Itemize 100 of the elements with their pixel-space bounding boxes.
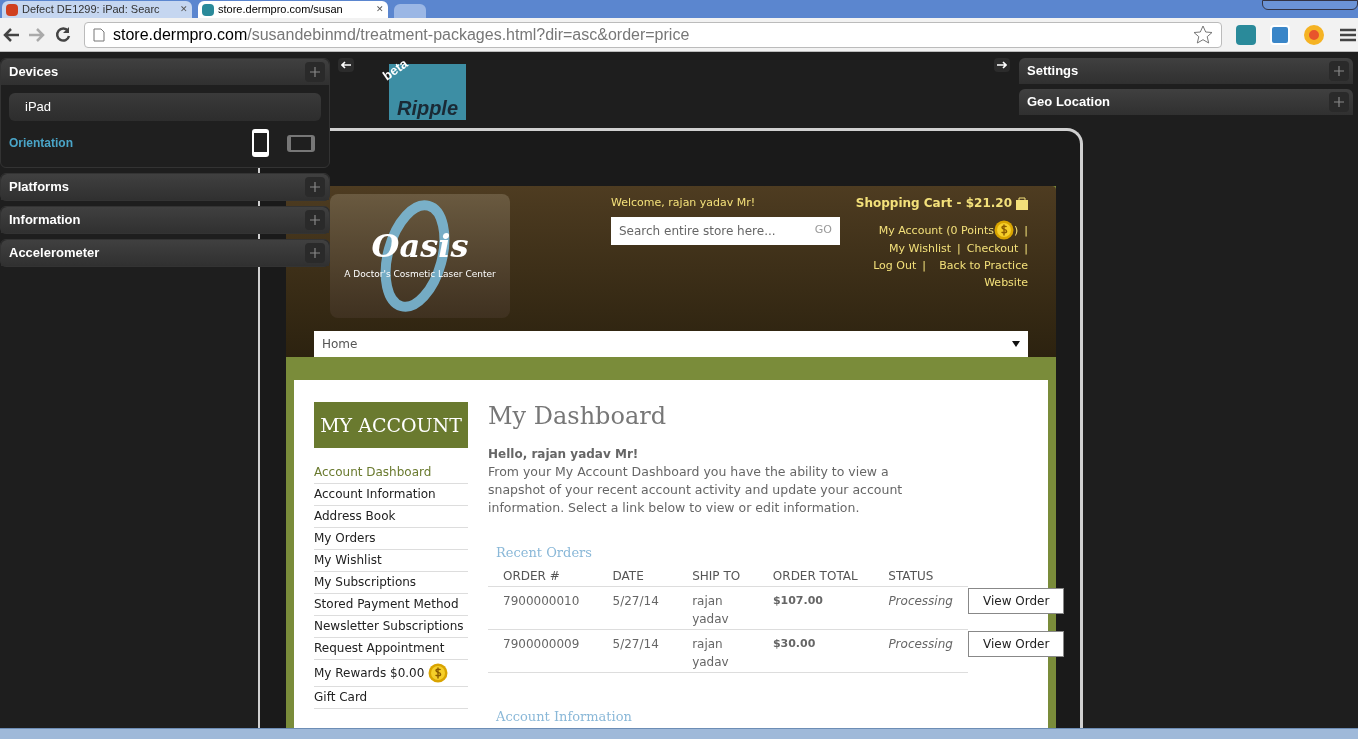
move-icon (310, 182, 320, 192)
column-header: STATUS (888, 568, 935, 585)
move-handle[interactable] (305, 62, 325, 82)
address-bar[interactable]: store.dermpro.com/susandebinmd/treatment-packages.html?dir=asc&order=price (84, 21, 1222, 48)
panel-header[interactable]: Settings (1019, 58, 1353, 84)
column-header: DATE (612, 568, 645, 585)
header-link[interactable]: Checkout (966, 240, 1019, 257)
welcome-text: Welcome, rajan yadav Mr! (611, 195, 757, 211)
table-cell-text: 5/27/14 (612, 592, 660, 610)
sidebar-link[interactable]: Request Appointment (314, 638, 468, 660)
device-select[interactable]: iPad (9, 93, 321, 121)
table-cell-text: 7900000010 (503, 592, 581, 610)
column-header: ORDER TOTAL (772, 568, 859, 585)
close-icon[interactable]: ✕ (376, 2, 384, 17)
sidebar-link[interactable]: Gift Card (314, 687, 468, 709)
coin-icon (428, 663, 449, 683)
section-heading: Recent Orders (496, 544, 593, 562)
intro-text: From your My Account Dashboard you have the ability to view a snapshot of your recent account activity and update your account information. Select a link below to view or edit information. (488, 463, 904, 517)
collapse-left-button[interactable] (338, 58, 354, 72)
panel-header[interactable]: Devices (1, 59, 329, 85)
logo-text: Ripple (396, 98, 459, 118)
panel-title: Platforms (9, 178, 69, 197)
panel-title: Accelerometer (9, 244, 100, 263)
sidebar-link[interactable]: Account Information (314, 484, 468, 506)
sidebar-link[interactable]: My Rewards $0.00 (314, 660, 468, 687)
move-handle[interactable] (1329, 61, 1349, 81)
bracket-text: ) (1014, 222, 1019, 239)
sidebar-link[interactable]: Account Dashboard (314, 462, 468, 484)
sidebar-link[interactable]: Newsletter Subscriptions (314, 616, 468, 638)
table-cell-text: $30.00 (772, 635, 817, 652)
header-link[interactable]: Back to Practice Website (932, 257, 1028, 291)
sidebar-link[interactable]: My Wishlist (314, 550, 468, 572)
caret-icon (1012, 341, 1020, 347)
arrow-right-icon (997, 61, 1007, 69)
forward-icon[interactable] (28, 26, 46, 43)
greeting-text: Hello, rajan yadav Mr! (488, 446, 640, 463)
panel-title: Settings (1027, 62, 1079, 81)
separator-text: | (1024, 222, 1028, 239)
bag-icon (1016, 196, 1028, 210)
browser-tab[interactable]: Defect DE1299: iPad: Searc ✕ (2, 1, 192, 18)
table-cell-text: rajan yadav (692, 592, 730, 628)
table-cell-text: rajan yadav (692, 635, 730, 671)
view-order-button[interactable]: View Order (968, 587, 1065, 614)
header-link[interactable]: Log Out (873, 257, 917, 274)
column-header: ORDER # (503, 568, 561, 585)
tab-title: store.dermpro.com/susan (218, 2, 344, 18)
column-header: SHIP TO (692, 568, 742, 585)
section-heading: Account Information (496, 707, 633, 726)
sidebar-link[interactable]: Stored Payment Method (314, 594, 468, 616)
extension-icon[interactable] (1236, 24, 1256, 45)
reload-icon[interactable] (54, 25, 72, 44)
separator-text: | (922, 258, 926, 274)
move-icon (310, 215, 320, 225)
arrow-left-icon (341, 61, 351, 69)
move-icon (310, 67, 320, 77)
orientation-label: Orientation (9, 135, 74, 152)
back-icon[interactable] (2, 26, 20, 43)
table-cell-text: $107.00 (772, 592, 824, 609)
move-handle[interactable] (305, 210, 325, 230)
close-icon[interactable]: ✕ (180, 2, 188, 17)
beta-label: beta (378, 54, 412, 86)
portrait-icon[interactable] (252, 129, 269, 157)
tab-title: Defect DE1299: iPad: Searc (22, 2, 161, 18)
window-controls[interactable] (1262, 0, 1358, 10)
move-handle[interactable] (305, 243, 325, 263)
landscape-icon[interactable] (287, 134, 315, 152)
view-order-button[interactable]: View Order (968, 630, 1065, 657)
table-cell-text: Processing (888, 592, 954, 610)
shopping-cart-link[interactable]: Shopping Cart - $21.20 (855, 194, 1012, 212)
nav-select[interactable]: Home (314, 331, 1028, 357)
sidebar-title: MY ACCOUNT (314, 402, 468, 448)
panel-title: Geo Location (1027, 93, 1111, 112)
move-icon (310, 248, 320, 258)
browser-tab[interactable]: store.dermpro.com/susan ✕ (198, 1, 388, 18)
panel-header[interactable]: Information (1, 207, 329, 233)
my-account-link[interactable]: My Account (0 Points (878, 221, 994, 239)
menu-icon[interactable] (1340, 27, 1356, 42)
move-icon (1334, 97, 1344, 107)
separator-text: | (1024, 241, 1028, 257)
panel-header[interactable]: Accelerometer (1, 240, 329, 266)
move-icon (1334, 66, 1344, 76)
extension-icon[interactable] (1304, 24, 1324, 45)
sidebar-link[interactable]: Address Book (314, 506, 468, 528)
move-handle[interactable] (305, 177, 325, 197)
header-link[interactable]: My Wishlist (889, 240, 952, 257)
star-icon[interactable] (1193, 24, 1213, 45)
panel-title: Information (9, 211, 81, 230)
table-cell-text: 7900000009 (503, 635, 581, 653)
page-icon (93, 27, 105, 42)
panel-header[interactable]: Platforms (1, 174, 329, 200)
sidebar-link[interactable]: My Orders (314, 528, 468, 550)
move-handle[interactable] (1329, 92, 1349, 112)
panel-title: Devices (9, 63, 59, 82)
collapse-right-button[interactable] (994, 58, 1010, 72)
sidebar-link[interactable]: My Subscriptions (314, 572, 468, 594)
favicon-icon (6, 3, 18, 16)
panel-header[interactable]: Geo Location (1019, 89, 1353, 115)
url-text: store.dermpro.com/susandebinmd/treatment-packages.html?dir=asc&order=price (113, 24, 691, 45)
table-cell-text: 5/27/14 (612, 635, 660, 653)
separator-text: | (957, 241, 961, 257)
